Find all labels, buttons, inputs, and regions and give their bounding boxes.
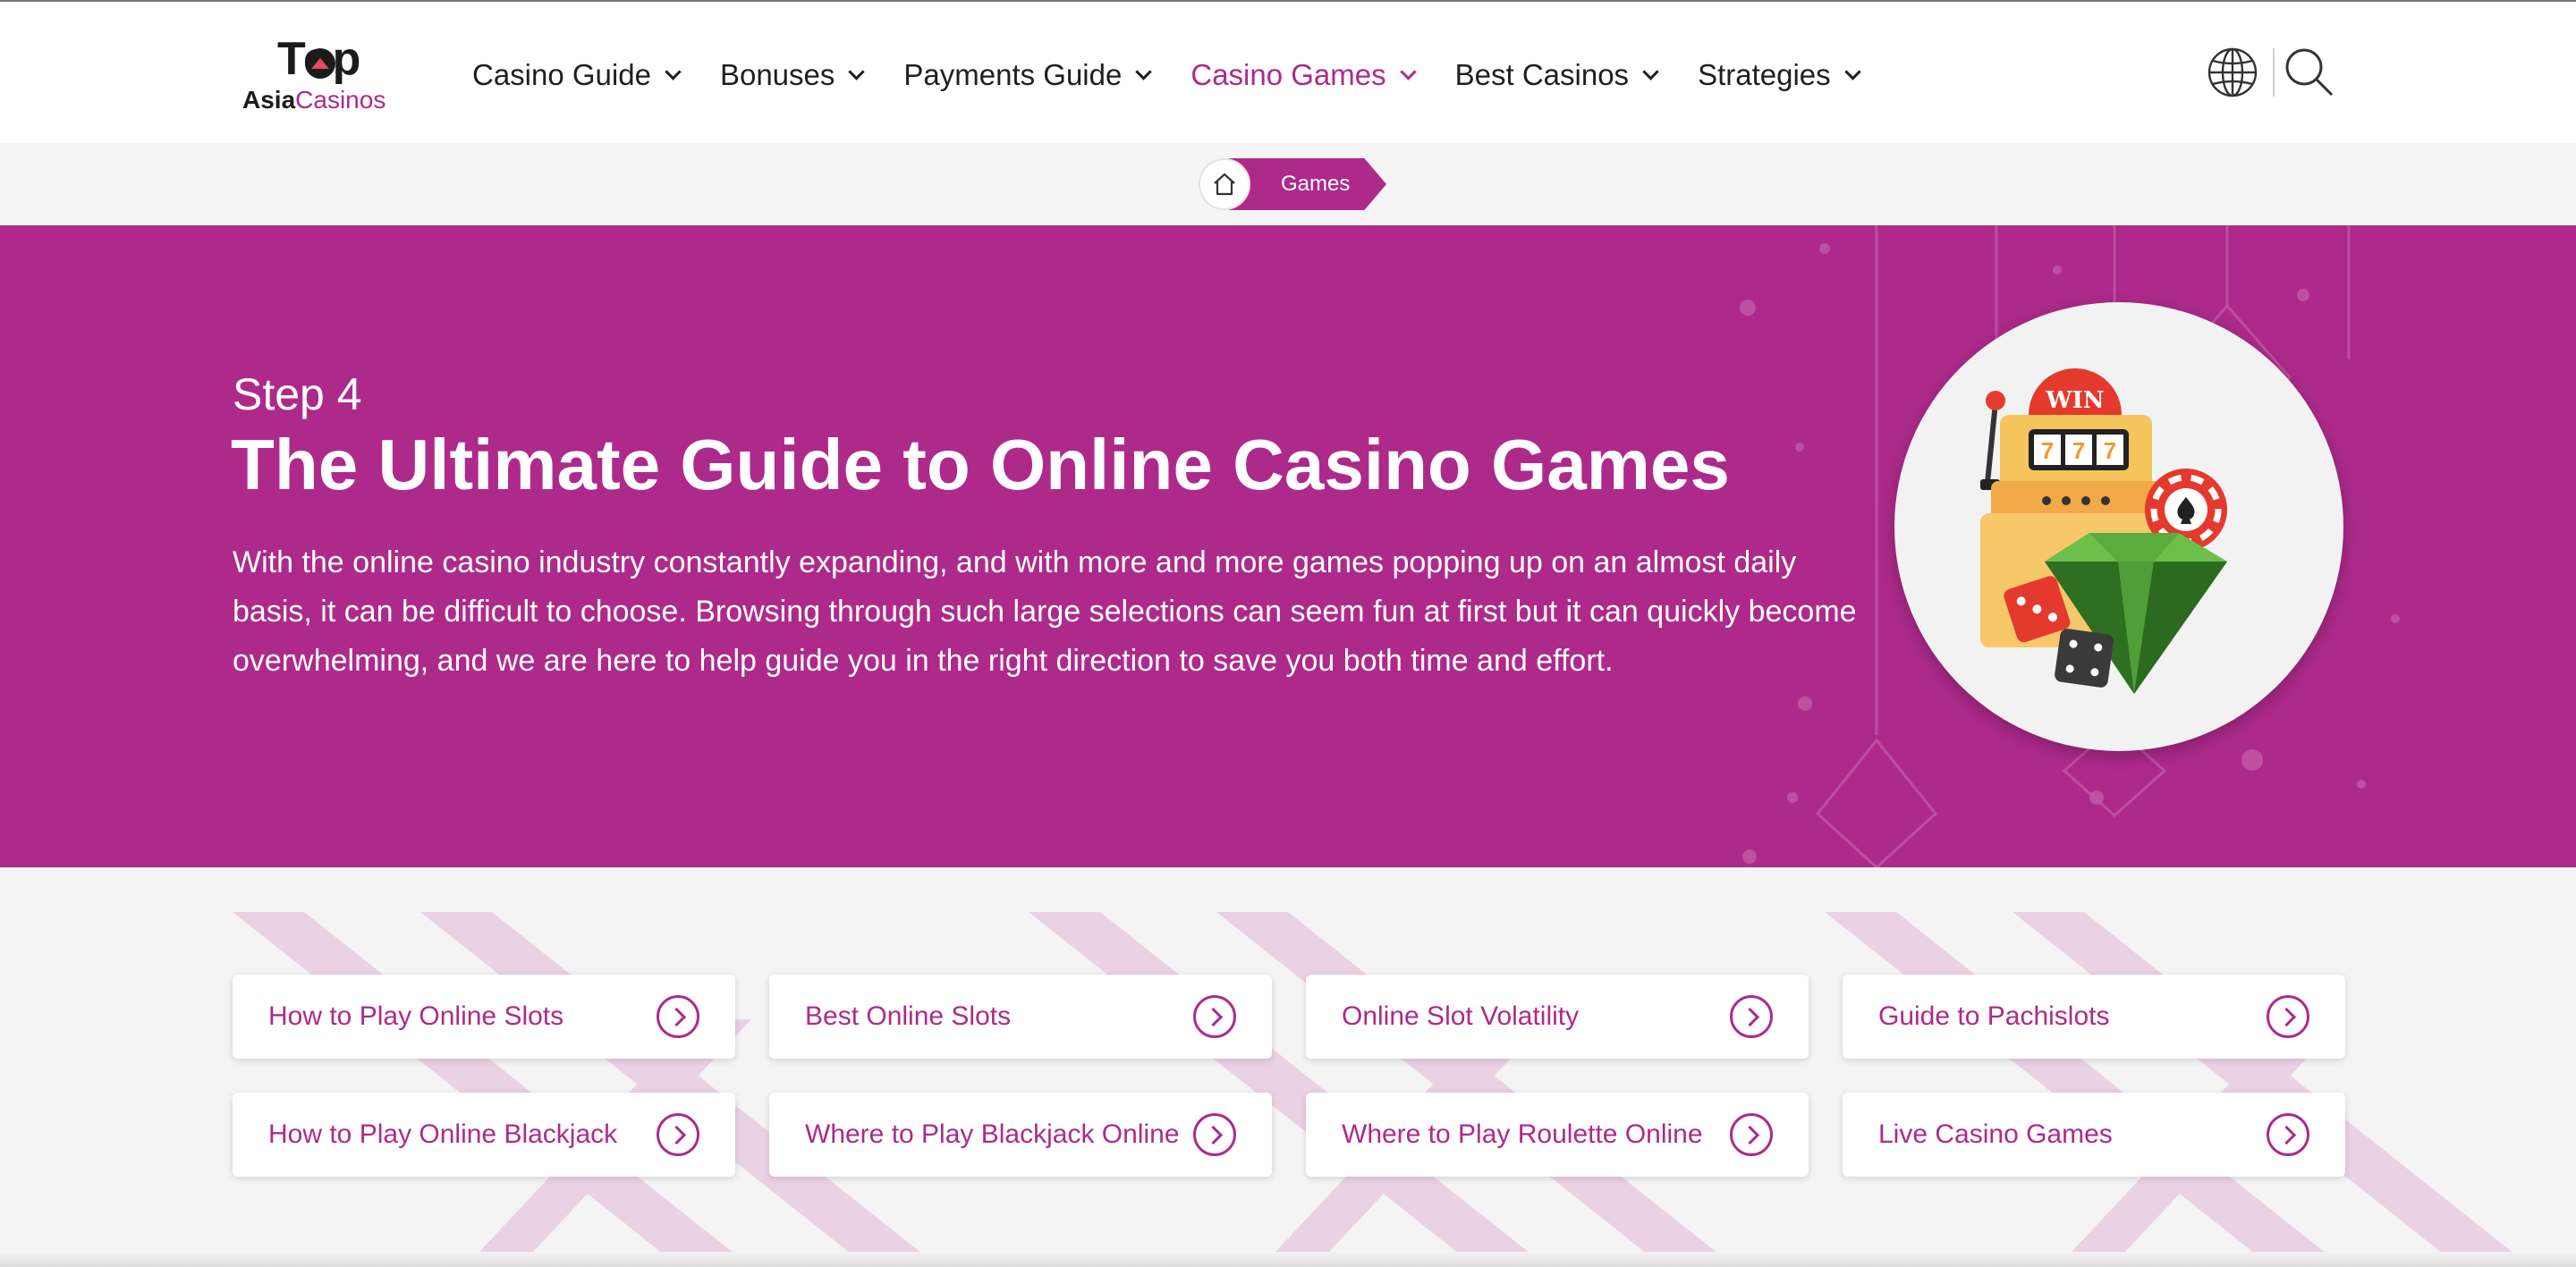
page-bottom-edge	[0, 1252, 2576, 1267]
link-card[interactable]: Where to Play Roulette Online	[1306, 1093, 1809, 1177]
breadcrumb: Games	[0, 143, 2576, 225]
hero-description: With the online casino industry constant…	[233, 545, 1857, 678]
site-header: Top AsiaCasinos Casino Guide Bonuses Pay…	[0, 2, 2576, 143]
link-label: Online Slot Volatility	[1342, 1001, 1580, 1031]
arrow-right-icon	[2267, 995, 2309, 1038]
chevron-down-icon	[848, 63, 866, 80]
link-card[interactable]: Best Online Slots	[769, 975, 1272, 1059]
breadcrumb-current[interactable]: Games	[1229, 158, 1386, 210]
link-label: Where to Play Roulette Online	[1342, 1119, 1703, 1149]
link-label: How to Play Online Blackjack	[268, 1119, 618, 1149]
arrow-right-icon	[657, 1113, 699, 1156]
win-sign-text: WIN	[2045, 387, 2104, 414]
chevron-down-icon	[1843, 63, 1861, 80]
logo-mountain-icon	[305, 48, 335, 79]
link-label: How to Play Online Slots	[268, 1001, 564, 1031]
nav-casino-guide[interactable]: Casino Guide	[472, 58, 682, 92]
link-label: Where to Play Blackjack Online	[805, 1119, 1180, 1149]
slot-machine-icon: WIN 7 7 7	[1980, 368, 2227, 694]
link-card[interactable]: Live Casino Games	[1843, 1093, 2345, 1177]
nav-best-casinos[interactable]: Best Casinos	[1455, 58, 1659, 92]
casino-illustration: WIN 7 7 7	[1894, 302, 2343, 751]
link-label: Best Online Slots	[805, 1001, 1012, 1031]
header-divider	[2273, 48, 2275, 97]
link-card[interactable]: How to Play Online Slots	[233, 975, 735, 1059]
link-card[interactable]: Where to Play Blackjack Online	[769, 1093, 1272, 1177]
search-icon[interactable]	[2284, 46, 2335, 98]
nav-payments-guide[interactable]: Payments Guide	[903, 58, 1153, 92]
chevron-down-icon	[1135, 63, 1153, 80]
chevron-down-icon	[1399, 63, 1417, 80]
hero-step: Step 4	[233, 369, 362, 419]
link-card[interactable]: How to Play Online Blackjack	[233, 1093, 735, 1177]
arrow-right-icon	[657, 995, 699, 1038]
page-title: The Ultimate Guide to Online Casino Game…	[231, 425, 1730, 504]
arrow-right-icon	[2267, 1113, 2309, 1156]
chevron-down-icon	[1642, 63, 1659, 80]
hero-banner: Step 4 The Ultimate Guide to Online Casi…	[0, 225, 2576, 867]
link-label: Guide to Pachislots	[1878, 1001, 2110, 1031]
section-background-pattern	[233, 912, 2531, 1267]
home-icon	[1214, 173, 1235, 196]
nav-casino-games[interactable]: Casino Games	[1191, 58, 1417, 92]
nav-strategies[interactable]: Strategies	[1698, 58, 1861, 92]
arrow-right-icon	[1193, 995, 1236, 1038]
breadcrumb-home[interactable]	[1199, 158, 1250, 210]
games-links-section: How to Play Online Slots Best Online Slo…	[0, 867, 2576, 1267]
site-logo[interactable]: Top AsiaCasinos	[240, 29, 410, 118]
main-navigation: Casino Guide Bonuses Payments Guide Casi…	[472, 54, 1900, 97]
logo-wordmark-bottom: AsiaCasinos	[242, 86, 386, 114]
globe-icon[interactable]	[2207, 46, 2258, 98]
svg-text:7: 7	[2072, 437, 2085, 464]
chevron-down-icon	[665, 63, 682, 80]
svg-text:7: 7	[2041, 437, 2054, 464]
nav-bonuses[interactable]: Bonuses	[720, 58, 866, 92]
arrow-right-icon	[1730, 995, 1773, 1038]
link-label: Live Casino Games	[1878, 1119, 2113, 1149]
link-card[interactable]: Online Slot Volatility	[1306, 975, 1809, 1059]
arrow-right-icon	[1730, 1113, 1773, 1156]
link-card[interactable]: Guide to Pachislots	[1843, 975, 2345, 1059]
svg-text:7: 7	[2104, 437, 2116, 464]
arrow-right-icon	[1193, 1113, 1236, 1156]
